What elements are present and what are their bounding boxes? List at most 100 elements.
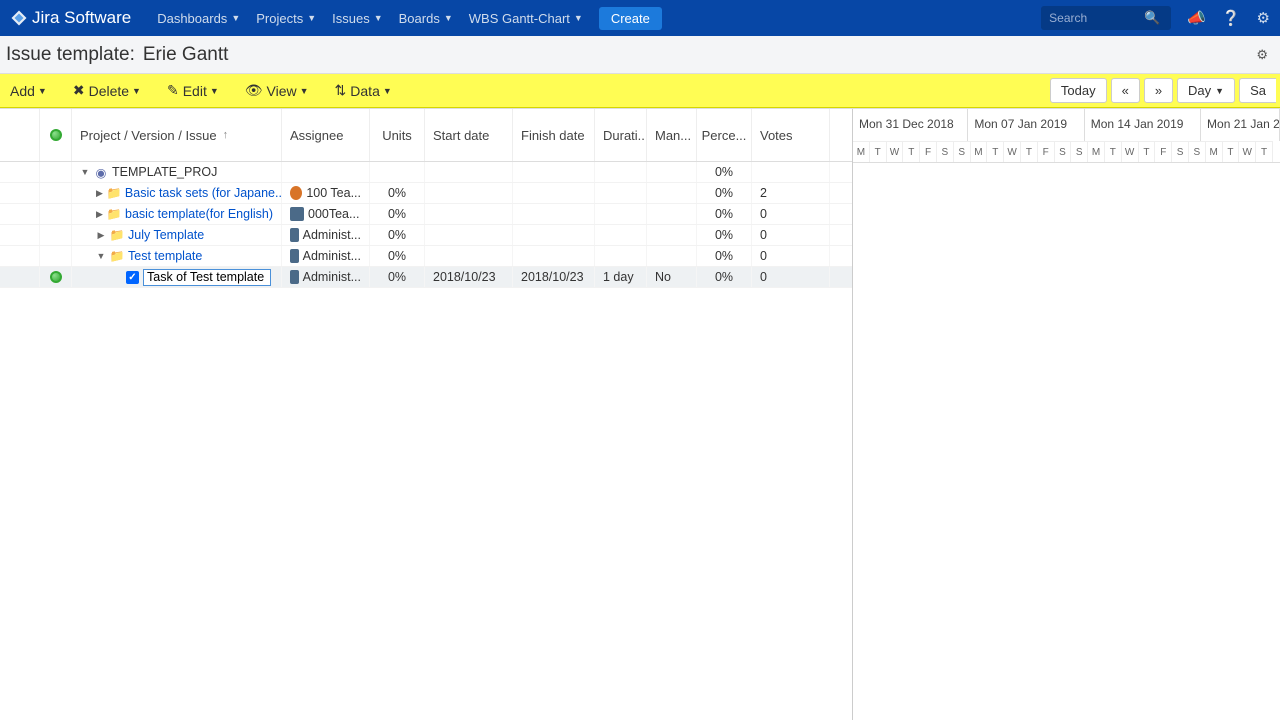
title-bar: Issue template: Erie Gantt ⚙ bbox=[0, 36, 1280, 74]
col-start[interactable]: Start date bbox=[425, 109, 513, 161]
expand-icon[interactable]: ▶ bbox=[96, 209, 103, 220]
cell bbox=[595, 183, 647, 203]
table-row[interactable]: ▼◉TEMPLATE_PROJ0% bbox=[0, 162, 852, 183]
timeline-day: S bbox=[1071, 141, 1088, 162]
cell: 0% bbox=[697, 246, 752, 266]
cell: 0% bbox=[697, 225, 752, 245]
col-man[interactable]: Man... bbox=[647, 109, 697, 161]
folder-icon: 📁 bbox=[107, 186, 121, 200]
today-button[interactable]: Today bbox=[1050, 78, 1107, 103]
cell: 0 bbox=[752, 225, 830, 245]
timeline-day: F bbox=[920, 141, 937, 162]
cell: 0 bbox=[752, 246, 830, 266]
eye-icon: 👁 bbox=[245, 82, 263, 99]
col-assignee[interactable]: Assignee bbox=[282, 109, 370, 161]
nav-projects[interactable]: Projects▼ bbox=[248, 0, 324, 36]
nav-dashboards[interactable]: Dashboards▼ bbox=[149, 0, 248, 36]
timeline-day: W bbox=[1122, 141, 1139, 162]
cell: 0% bbox=[370, 267, 425, 287]
add-button[interactable]: Add▼ bbox=[4, 74, 53, 108]
delete-button[interactable]: ✖Delete▼ bbox=[67, 74, 147, 108]
table-row[interactable]: ▶📁basic template(for English)000Tea...0%… bbox=[0, 204, 852, 225]
grid-header: Project / Version / Issue↑ Assignee Unit… bbox=[0, 109, 852, 162]
table-row[interactable]: ▶📁July TemplateAdminist...0%0%0 bbox=[0, 225, 852, 246]
folder-icon: 📁 bbox=[107, 207, 121, 221]
task-name-input[interactable] bbox=[143, 269, 271, 286]
col-duration[interactable]: Durati... bbox=[595, 109, 647, 161]
col-info[interactable] bbox=[40, 109, 72, 161]
cell bbox=[647, 183, 697, 203]
next-button[interactable]: » bbox=[1144, 78, 1173, 103]
cell bbox=[647, 225, 697, 245]
edit-button[interactable]: ✎Edit▼ bbox=[161, 74, 225, 108]
timeline-body[interactable] bbox=[853, 163, 1280, 720]
row-label[interactable]: basic template(for English) bbox=[125, 207, 273, 221]
nav-boards[interactable]: Boards▼ bbox=[391, 0, 461, 36]
col-units[interactable]: Units bbox=[370, 109, 425, 161]
row-label[interactable]: Test template bbox=[128, 249, 202, 263]
data-icon: ⇅ bbox=[335, 82, 347, 99]
view-button[interactable]: 👁View▼ bbox=[239, 74, 315, 108]
folder-icon: 📁 bbox=[110, 249, 124, 263]
cell bbox=[425, 225, 513, 245]
timeline-day: M bbox=[853, 141, 870, 162]
cell bbox=[647, 162, 697, 182]
gear-icon[interactable]: ⚙ bbox=[1257, 9, 1270, 27]
collapse-icon[interactable]: ▼ bbox=[96, 251, 106, 261]
page-title-label: Issue template: bbox=[6, 44, 135, 66]
avatar bbox=[290, 228, 299, 242]
create-button[interactable]: Create bbox=[599, 7, 662, 30]
cell bbox=[595, 225, 647, 245]
col-marker bbox=[0, 109, 40, 161]
timeline-day: S bbox=[937, 141, 954, 162]
save-button[interactable]: Sa bbox=[1239, 78, 1276, 103]
cell bbox=[513, 183, 595, 203]
cell: 0 bbox=[752, 204, 830, 224]
search-box[interactable]: 🔍 bbox=[1041, 6, 1171, 30]
timeline-pane[interactable]: Mon 31 Dec 2018Mon 07 Jan 2019Mon 14 Jan… bbox=[853, 109, 1280, 720]
col-percent[interactable]: Perce... bbox=[697, 109, 752, 161]
row-label[interactable]: Basic task sets (for Japane... bbox=[125, 186, 282, 200]
nav-wbs-gantt[interactable]: WBS Gantt-Chart▼ bbox=[461, 0, 591, 36]
timeline-week: Mon 07 Jan 2019 bbox=[968, 109, 1084, 141]
table-row[interactable]: ▼📁Test templateAdminist...0%0%0 bbox=[0, 246, 852, 267]
status-icon bbox=[50, 271, 62, 283]
table-row[interactable]: ▶📁Basic task sets (for Japane...100 Tea.… bbox=[0, 183, 852, 204]
cell: 0% bbox=[370, 225, 425, 245]
cell bbox=[752, 162, 830, 182]
megaphone-icon[interactable]: 📣 bbox=[1187, 9, 1206, 27]
prev-button[interactable]: « bbox=[1111, 78, 1140, 103]
row-label[interactable]: July Template bbox=[128, 228, 204, 242]
col-finish[interactable]: Finish date bbox=[513, 109, 595, 161]
table-row[interactable]: Administ...0%2018/10/232018/10/231 dayNo… bbox=[0, 267, 852, 288]
scale-button[interactable]: Day▼ bbox=[1177, 78, 1235, 103]
assignee-text: 000Tea... bbox=[308, 207, 359, 221]
search-icon: 🔍 bbox=[1144, 10, 1160, 26]
assignee-text: Administ... bbox=[303, 270, 361, 284]
row-label: TEMPLATE_PROJ bbox=[112, 165, 217, 179]
cell: 0% bbox=[697, 183, 752, 203]
col-name[interactable]: Project / Version / Issue↑ bbox=[72, 109, 282, 161]
chevron-down-icon: ▼ bbox=[374, 13, 383, 23]
cell bbox=[425, 204, 513, 224]
timeline-day: S bbox=[1055, 141, 1072, 162]
jira-logo[interactable]: Jira Software bbox=[10, 8, 131, 28]
cell: 0 bbox=[752, 267, 830, 287]
timeline-day: T bbox=[870, 141, 887, 162]
timeline-day: M bbox=[1088, 141, 1105, 162]
data-button[interactable]: ⇅Data▼ bbox=[329, 74, 398, 108]
settings-icon[interactable]: ⚙ bbox=[1256, 47, 1268, 63]
cell bbox=[647, 204, 697, 224]
col-votes[interactable]: Votes bbox=[752, 109, 830, 161]
nav-issues[interactable]: Issues▼ bbox=[324, 0, 391, 36]
timeline-day: S bbox=[954, 141, 971, 162]
search-input[interactable] bbox=[1049, 11, 1144, 25]
cell: 2018/10/23 bbox=[425, 267, 513, 287]
help-icon[interactable]: ❔ bbox=[1222, 9, 1241, 27]
cell bbox=[513, 204, 595, 224]
collapse-icon[interactable]: ▼ bbox=[80, 167, 90, 177]
assignee-text: Administ... bbox=[303, 228, 361, 242]
expand-icon[interactable]: ▶ bbox=[96, 230, 106, 241]
cell bbox=[425, 183, 513, 203]
expand-icon[interactable]: ▶ bbox=[96, 188, 103, 199]
